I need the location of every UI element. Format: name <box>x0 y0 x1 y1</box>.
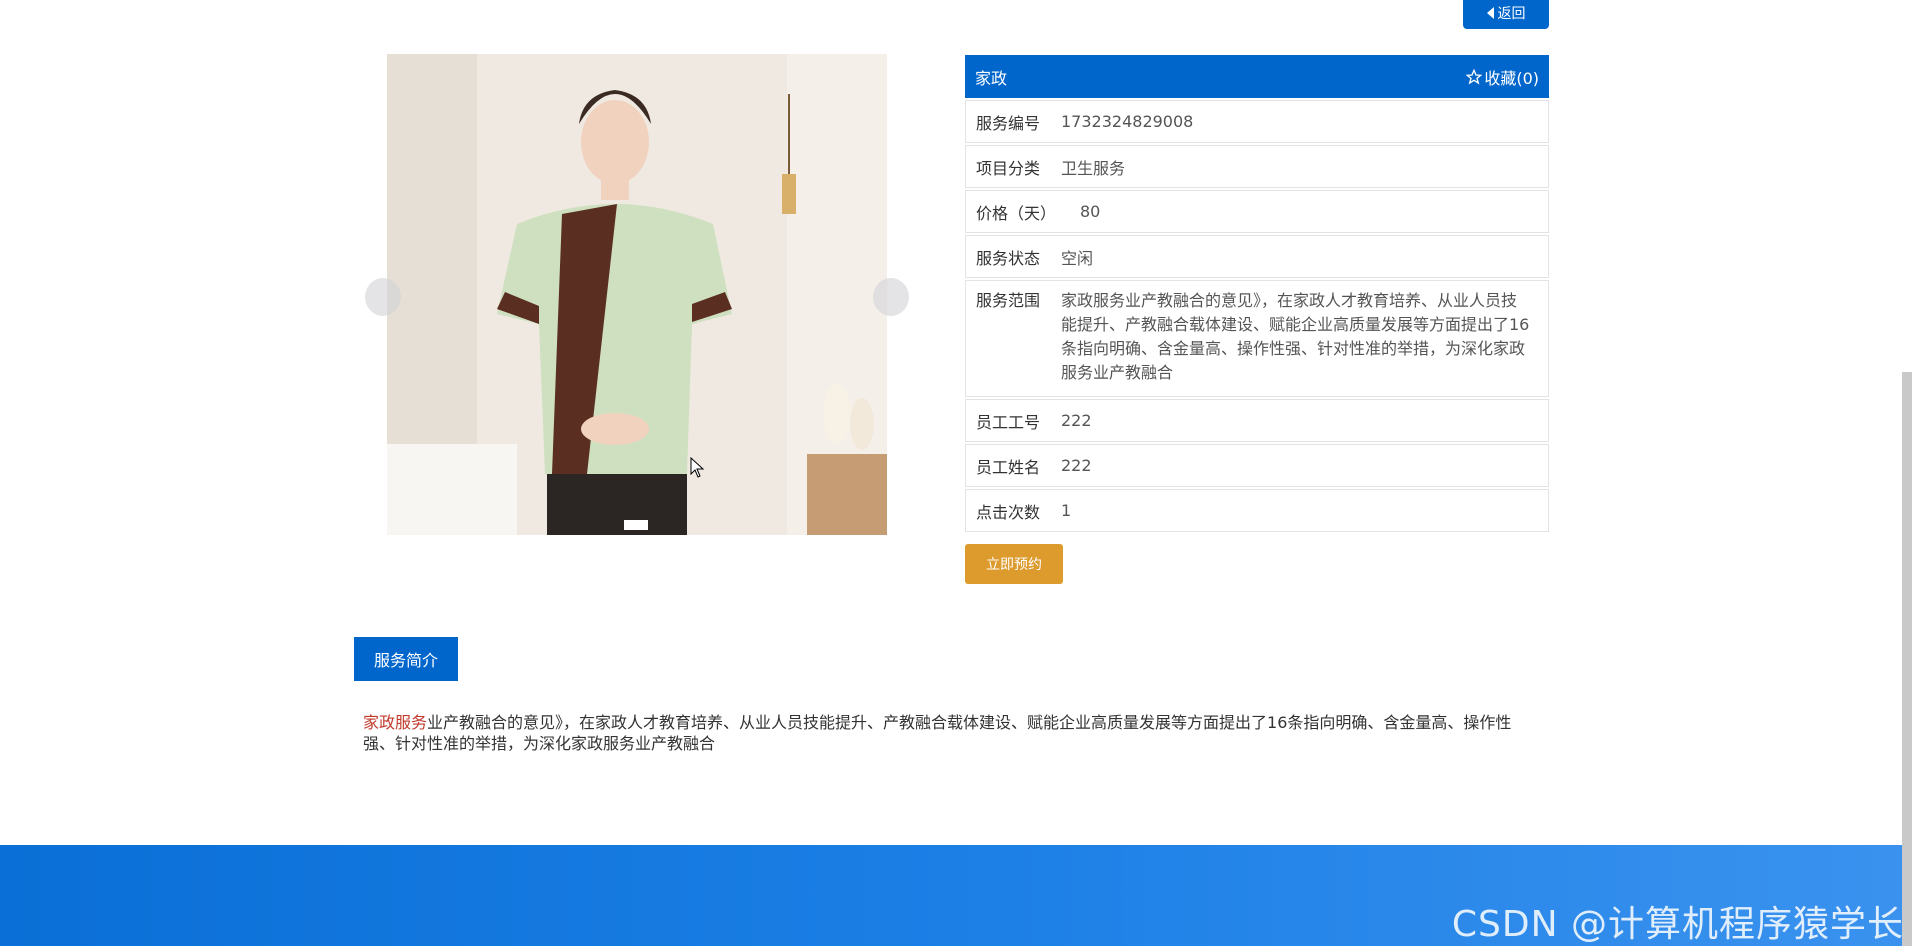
watermark: CSDN @计算机程序猿学长 <box>1451 904 1904 945</box>
row-label: 价格（天） <box>976 203 1057 223</box>
favorite-button[interactable]: 收藏(0) <box>1466 65 1539 89</box>
row-label: 点击次数 <box>976 502 1041 522</box>
row-value: 80 <box>1080 202 1101 221</box>
favorite-label: 收藏(0) <box>1484 68 1539 88</box>
detail-row-scope: 服务范围 家政服务业产教融合的意见》，在家政人才教育培养、从业人员技能提升、产教… <box>965 280 1549 397</box>
row-label: 员工姓名 <box>976 457 1041 477</box>
detail-header: 家政 收藏(0) <box>965 55 1549 98</box>
row-value: 空闲 <box>1061 248 1094 268</box>
row-label: 项目分类 <box>976 158 1041 178</box>
star-icon <box>1466 68 1483 84</box>
detail-row-service-id: 服务编号 1732324829008 <box>965 100 1549 143</box>
carousel-prev-button[interactable] <box>365 278 401 316</box>
carousel-indicator[interactable] <box>624 520 648 530</box>
service-intro-text: 家政服务业产教融合的意见》，在家政人才教育培养、从业人员技能提升、产教融合载体建… <box>363 712 1533 754</box>
detail-row-category: 项目分类 卫生服务 <box>965 145 1549 188</box>
intro-body: 业产教融合的意见》，在家政人才教育培养、从业人员技能提升、产教融合载体建设、赋能… <box>363 713 1512 753</box>
row-label: 服务范围 <box>976 291 1041 310</box>
detail-row-employee-id: 员工工号 222 <box>965 399 1549 442</box>
mouse-cursor-icon <box>690 457 705 478</box>
row-label: 员工工号 <box>976 412 1041 432</box>
service-photo <box>387 54 887 535</box>
caret-left-icon <box>1486 6 1494 19</box>
detail-title: 家政 <box>975 68 1008 88</box>
intro-highlight: 家政服务 <box>363 713 428 732</box>
carousel-next-button[interactable] <box>873 278 909 316</box>
back-button-label: 返回 <box>1497 5 1526 22</box>
tab-service-intro[interactable]: 服务简介 <box>354 637 458 681</box>
detail-row-clicks: 点击次数 1 <box>965 489 1549 532</box>
detail-row-price: 价格（天） 80 <box>965 190 1549 233</box>
image-carousel <box>365 54 909 535</box>
row-label: 服务状态 <box>976 248 1041 268</box>
row-value: 222 <box>1061 456 1092 475</box>
row-value: 222 <box>1061 411 1092 430</box>
row-value: 家政服务业产教融合的意见》，在家政人才教育培养、从业人员技能提升、产教融合载体建… <box>1061 291 1530 382</box>
row-value: 卫生服务 <box>1061 158 1126 178</box>
row-value: 1 <box>1061 501 1072 520</box>
book-now-button[interactable]: 立即预约 <box>965 544 1063 584</box>
scrollbar-thumb[interactable] <box>1902 372 1912 946</box>
detail-row-employee-name: 员工姓名 222 <box>965 444 1549 487</box>
back-button[interactable]: 返回 <box>1463 0 1549 29</box>
row-value: 1732324829008 <box>1061 112 1194 131</box>
detail-row-status: 服务状态 空闲 <box>965 235 1549 278</box>
row-label: 服务编号 <box>976 113 1041 133</box>
